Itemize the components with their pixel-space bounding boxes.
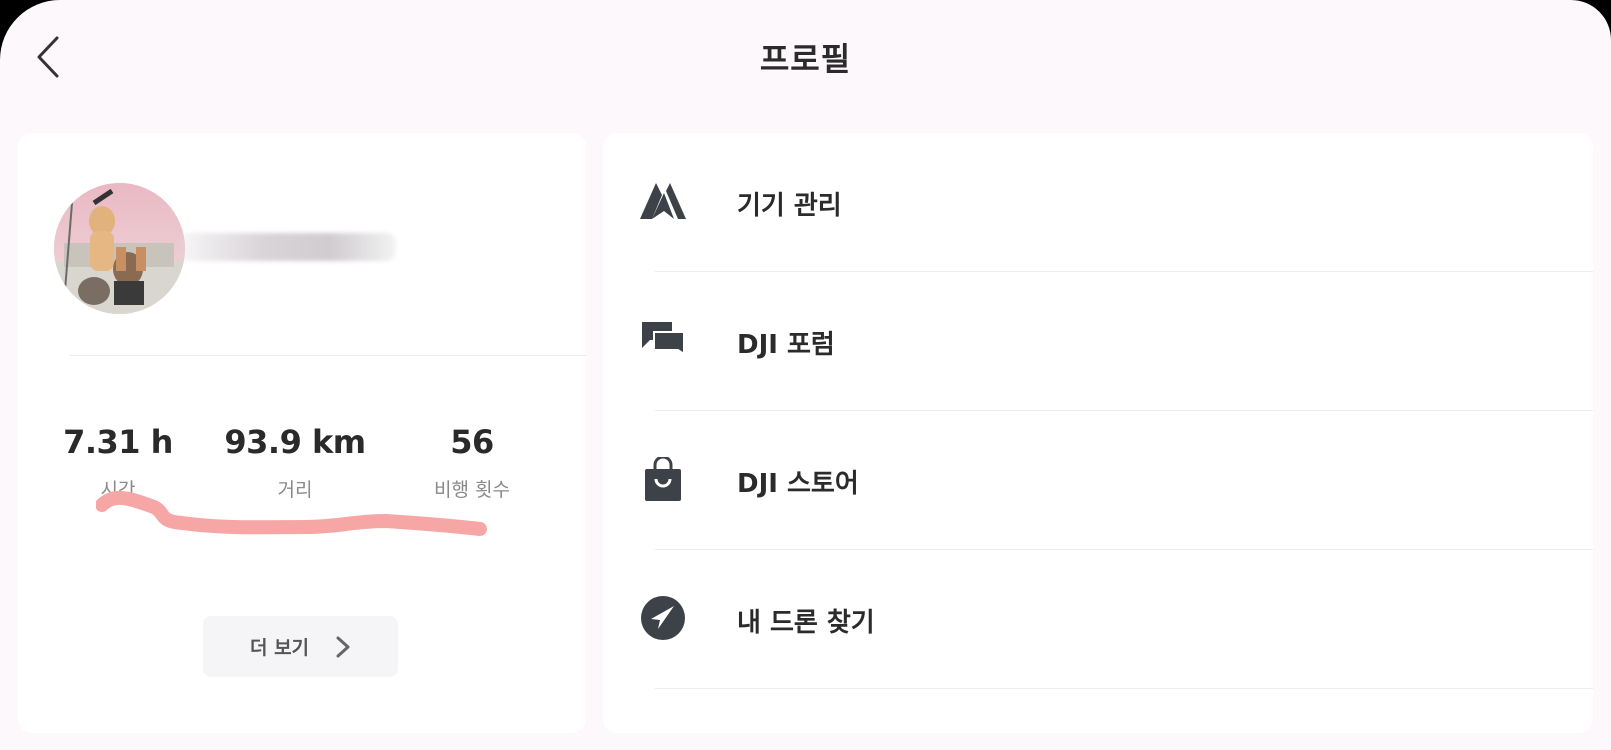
menu-card: 기기 관리 DJI 포럼 DJI 스토어 내 드론 찾기 <box>603 133 1593 733</box>
stat-value: 7.31 h <box>63 423 173 461</box>
stat-value: 56 <box>450 423 494 461</box>
chevron-right-icon <box>336 636 350 657</box>
divider <box>70 355 586 356</box>
menu-item-dji-store[interactable]: DJI 스토어 <box>603 411 1593 550</box>
menu-item-dji-forum[interactable]: DJI 포럼 <box>603 272 1593 411</box>
menu-item-find-my-drone[interactable]: 내 드론 찾기 <box>603 550 1593 689</box>
chat-bubbles-icon <box>639 318 687 362</box>
profile-card: 7.31 h 시간 93.9 km 거리 56 비행 횟수 더 보기 <box>18 133 586 733</box>
page-title: 프로필 <box>759 40 852 78</box>
app-screen: 프로필 7.31 h 시간 93.9 km 거리 56 비행 횟수 더 보기 기… <box>0 0 1611 750</box>
avatar-image <box>54 183 185 314</box>
menu-item-device-management[interactable]: 기기 관리 <box>603 133 1593 272</box>
more-button-label: 더 보기 <box>249 637 310 659</box>
stat-value: 93.9 km <box>224 423 366 461</box>
username-redacted <box>176 233 396 261</box>
menu-item-label: DJI 스토어 <box>737 469 859 499</box>
menu-item-label: 내 드론 찾기 <box>737 608 875 638</box>
header: 프로필 <box>0 0 1611 118</box>
more-button[interactable]: 더 보기 <box>203 616 398 677</box>
menu-item-label: 기기 관리 <box>737 191 842 221</box>
divider <box>655 688 1593 689</box>
compass-navigation-icon <box>639 596 687 640</box>
shopping-bag-icon <box>639 457 687 501</box>
red-scribble-mark <box>96 490 487 536</box>
avatar[interactable] <box>54 183 185 314</box>
drone-device-icon <box>639 179 687 223</box>
menu-item-label: DJI 포럼 <box>737 330 835 360</box>
